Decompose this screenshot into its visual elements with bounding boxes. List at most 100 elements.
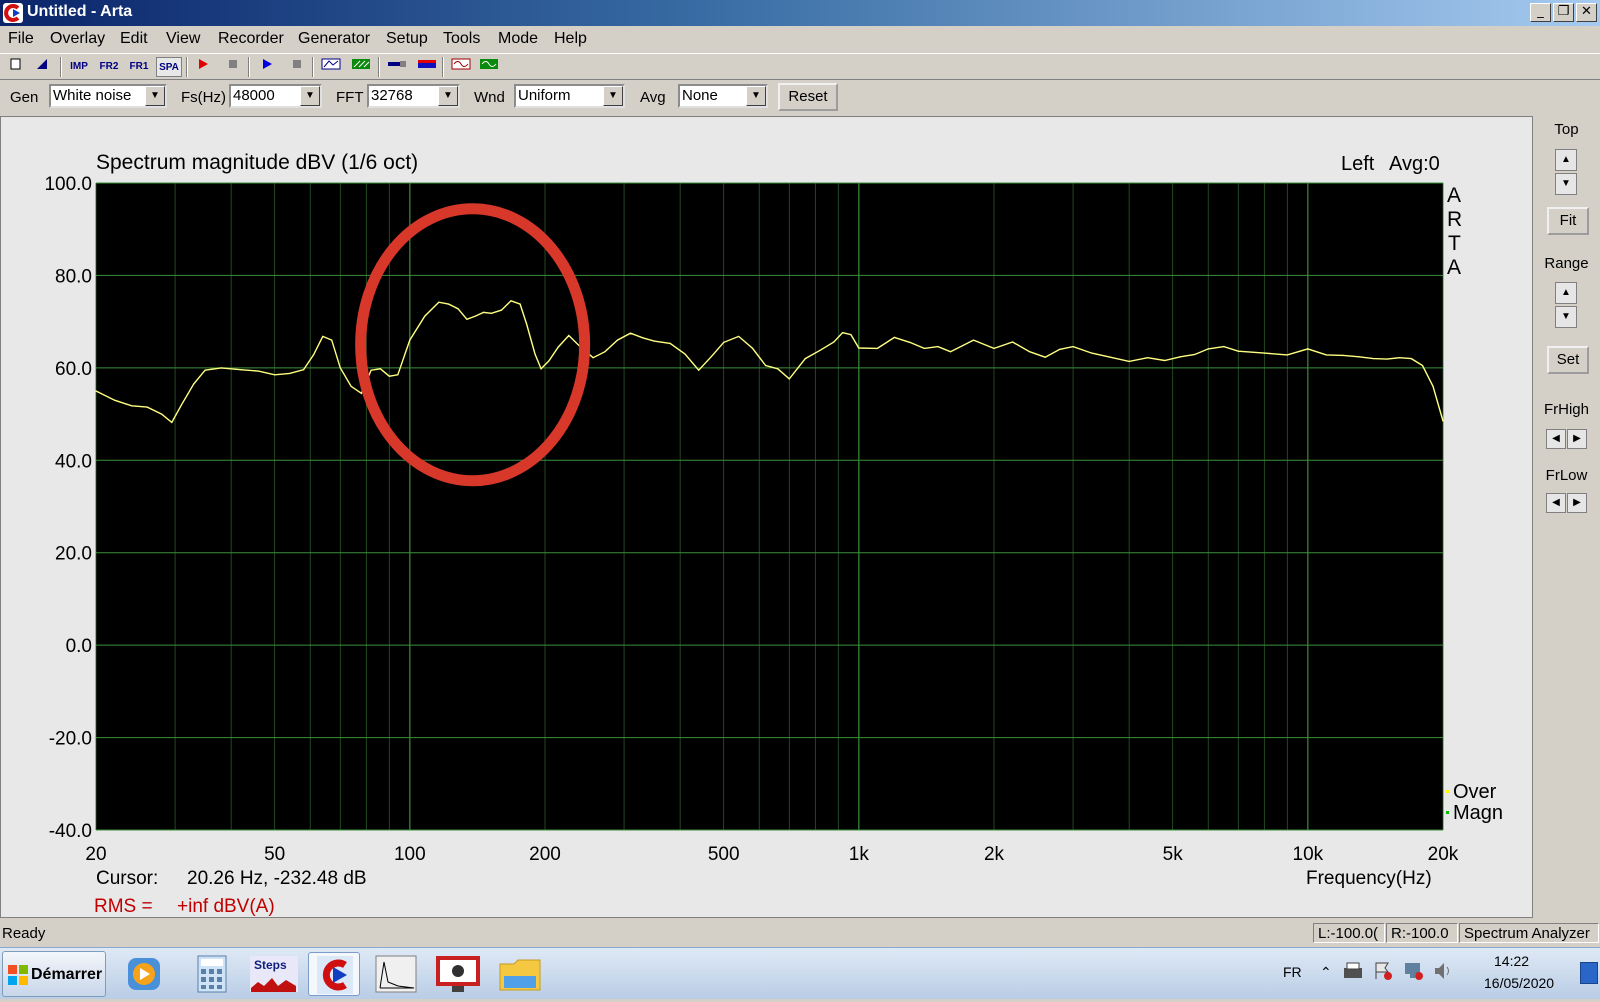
series-point [303, 369, 305, 371]
generator-select[interactable]: White noise ▼ [49, 84, 167, 108]
probe-icon[interactable] [386, 57, 408, 77]
meter-icon[interactable] [416, 57, 438, 77]
samplerate-select[interactable]: 48000 ▼ [229, 84, 322, 108]
series-point [409, 339, 411, 341]
restore-button[interactable]: ❐ [1553, 3, 1574, 22]
steps-icon[interactable]: Steps [248, 952, 300, 996]
spectrum-chart[interactable]: Spectrum magnitude dBV (1/6 oct) Left Av… [1, 117, 1534, 919]
toolbar: IMP FR2 FR1 SPA [0, 53, 1600, 80]
clock-time[interactable]: 14:22 [1494, 953, 1529, 969]
start-button[interactable]: Démarrer [2, 951, 106, 997]
open-icon[interactable] [31, 57, 53, 77]
series-point [1342, 354, 1344, 356]
menu-tools[interactable]: Tools [443, 30, 480, 48]
fft-select[interactable]: 32768 ▼ [367, 84, 460, 108]
new-icon[interactable] [5, 57, 27, 77]
abc-icon[interactable] [320, 57, 342, 77]
menu-generator[interactable]: Generator [298, 30, 370, 48]
chevron-down-icon[interactable]: ▼ [145, 86, 165, 106]
menu-bar: File Overlay Edit View Recorder Generato… [0, 26, 1600, 52]
menu-view[interactable]: View [166, 30, 200, 48]
menu-overlay[interactable]: Overlay [50, 30, 105, 48]
fr1-button[interactable]: FR1 [126, 57, 152, 77]
menu-help[interactable]: Help [554, 30, 587, 48]
language-indicator[interactable]: FR [1283, 964, 1302, 980]
top-down-button[interactable]: ▼ [1555, 173, 1577, 195]
volume-icon[interactable] [1432, 960, 1454, 982]
stop-icon[interactable] [222, 57, 244, 77]
arta-icon[interactable] [308, 952, 360, 996]
series-point [171, 421, 173, 423]
scope-icon[interactable] [450, 57, 472, 77]
menu-edit[interactable]: Edit [120, 30, 148, 48]
menu-recorder[interactable]: Recorder [218, 30, 284, 48]
series-point [146, 406, 148, 408]
frhigh-left-button[interactable]: ◀ [1546, 429, 1566, 449]
series-point [937, 345, 939, 348]
series-point [788, 378, 790, 380]
series-point [331, 339, 333, 341]
video-icon[interactable] [432, 952, 484, 996]
x-tick-label: 20 [85, 844, 106, 865]
play-icon[interactable] [256, 57, 278, 77]
explorer-icon[interactable] [494, 952, 546, 996]
frlow-right-button[interactable]: ▶ [1567, 493, 1587, 513]
stop-icon[interactable] [286, 57, 308, 77]
toolbar-separator [312, 57, 314, 77]
minimize-button[interactable]: _ [1530, 3, 1551, 22]
chevron-up-icon[interactable]: ⌃ [1320, 964, 1332, 981]
series-point [616, 339, 619, 341]
pattern-icon[interactable] [350, 57, 372, 77]
top-up-button[interactable]: ▲ [1555, 149, 1577, 171]
chevron-down-icon[interactable]: ▼ [603, 86, 623, 106]
x-tick-label: 5k [1163, 844, 1184, 865]
spa-button[interactable]: SPA [156, 57, 182, 77]
calculator-icon[interactable] [186, 952, 238, 996]
series-point [474, 315, 477, 317]
windows-logo-icon [8, 965, 28, 985]
show-desktop-button[interactable] [1580, 962, 1598, 984]
limp-icon[interactable] [370, 952, 422, 996]
set-button[interactable]: Set [1547, 346, 1589, 374]
series-point [1237, 350, 1239, 352]
plot-area[interactable] [96, 183, 1443, 830]
close-button[interactable]: ✕ [1576, 3, 1597, 22]
series-point [548, 360, 550, 362]
series-point [804, 358, 806, 360]
series-point [833, 341, 835, 343]
series-point [752, 347, 754, 350]
toolbar-separator [60, 57, 62, 77]
start-label: Démarrer [31, 966, 103, 983]
menu-file[interactable]: File [8, 30, 34, 48]
chevron-down-icon[interactable]: ▼ [746, 86, 766, 106]
series-point [1307, 348, 1309, 350]
menu-mode[interactable]: Mode [498, 30, 538, 48]
fr2-button[interactable]: FR2 [96, 57, 122, 77]
chevron-down-icon[interactable]: ▼ [300, 86, 320, 106]
series-point [1147, 357, 1149, 359]
imp-button[interactable]: IMP [66, 57, 92, 77]
series-point [723, 341, 725, 344]
fit-button[interactable]: Fit [1547, 207, 1589, 235]
frlow-left-button[interactable]: ◀ [1546, 493, 1566, 513]
x-tick-label: 50 [264, 844, 285, 865]
wave-icon[interactable] [478, 57, 500, 77]
window-select[interactable]: Uniform ▼ [514, 84, 625, 108]
series-point [1372, 358, 1375, 360]
arta-app-icon[interactable] [3, 3, 23, 23]
reset-button[interactable]: Reset [778, 83, 838, 111]
menu-setup[interactable]: Setup [386, 30, 428, 48]
series-point [130, 405, 133, 407]
averaging-select[interactable]: None ▼ [678, 84, 768, 108]
range-up-button[interactable]: ▲ [1555, 282, 1577, 304]
action-center-icon[interactable] [1372, 960, 1394, 982]
printer-icon[interactable] [1342, 960, 1364, 982]
clock-date[interactable]: 16/05/2020 [1484, 975, 1554, 991]
network-icon[interactable] [1402, 960, 1424, 982]
chevron-down-icon[interactable]: ▼ [438, 86, 458, 106]
range-down-button[interactable]: ▼ [1555, 306, 1577, 328]
frhigh-right-button[interactable]: ▶ [1567, 429, 1587, 449]
media-player-icon[interactable] [118, 952, 170, 996]
toolbar-separator [378, 57, 380, 77]
record-icon[interactable] [192, 57, 214, 77]
